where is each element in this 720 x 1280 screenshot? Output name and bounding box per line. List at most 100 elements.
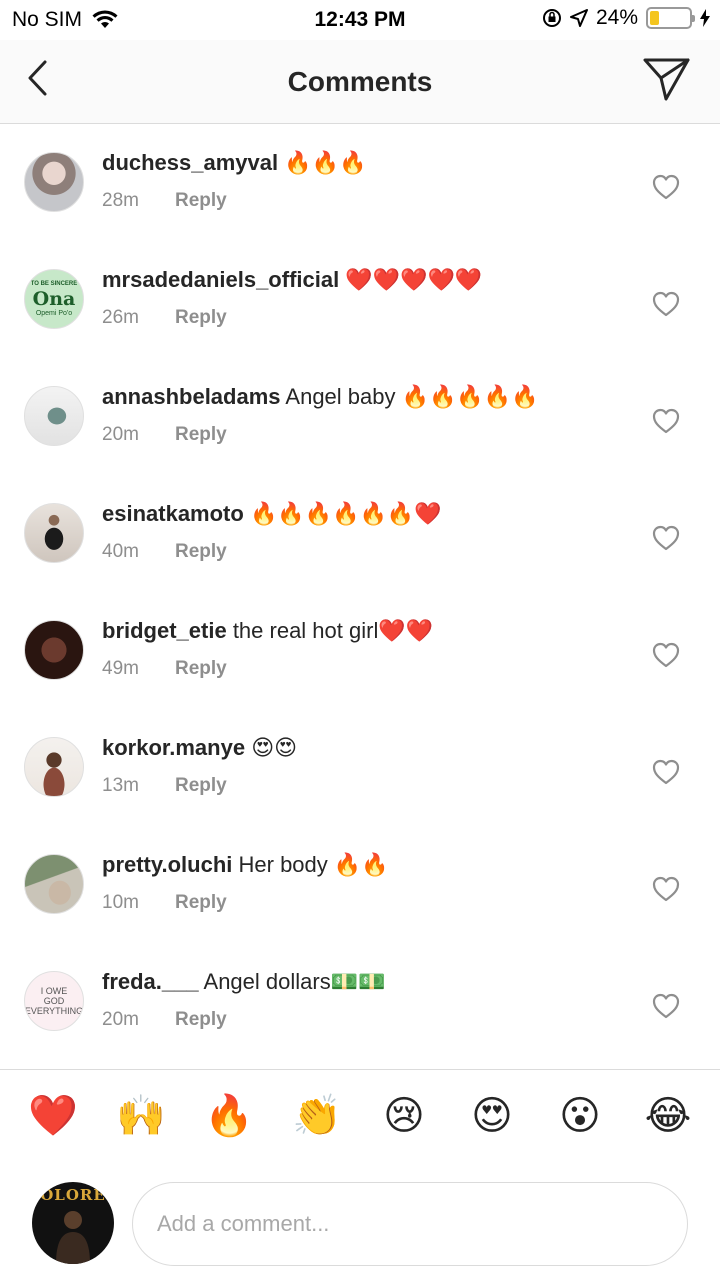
comment-meta: 10m Reply bbox=[102, 892, 227, 914]
comment-text: esinatkamoto 🔥🔥🔥🔥🔥🔥❤️ bbox=[102, 499, 600, 529]
comment-body: 🔥🔥🔥🔥🔥🔥❤️ bbox=[243, 501, 442, 526]
like-button[interactable] bbox=[652, 876, 680, 902]
comment-item: I OWE GOD EVERYTHING freda.___ Angel dol… bbox=[0, 943, 720, 1060]
comment-username[interactable]: pretty.oluchi bbox=[102, 852, 232, 877]
comment-username[interactable]: korkor.manye bbox=[102, 735, 245, 760]
comment-username[interactable]: esinatkamoto bbox=[102, 501, 244, 526]
comment-body: 😍😍 bbox=[245, 735, 298, 760]
reply-button[interactable]: Reply bbox=[175, 424, 227, 446]
reply-button[interactable]: Reply bbox=[175, 190, 227, 212]
comment-username[interactable]: duchess_amyval bbox=[102, 150, 278, 175]
avatar[interactable] bbox=[24, 620, 84, 680]
heart-outline-icon bbox=[652, 759, 680, 785]
comment-body: Angel dollars💵💵 bbox=[198, 969, 386, 994]
comment-time: 40m bbox=[102, 541, 139, 562]
status-right: 24% bbox=[542, 6, 710, 30]
reaction-heart-eyes[interactable]: 😍 bbox=[468, 1092, 516, 1140]
comment-username[interactable]: freda.___ bbox=[102, 969, 199, 994]
like-button[interactable] bbox=[652, 174, 680, 200]
reaction-laughing[interactable]: 😂 bbox=[644, 1092, 692, 1140]
avatar[interactable]: I OWE GOD EVERYTHING bbox=[24, 971, 84, 1031]
avatar[interactable] bbox=[24, 152, 84, 212]
avatar[interactable] bbox=[24, 854, 84, 914]
comment-meta: 28m Reply bbox=[102, 190, 227, 212]
comment-item: esinatkamoto 🔥🔥🔥🔥🔥🔥❤️ 40m Reply bbox=[0, 475, 720, 592]
comment-item: bridget_etie the real hot girl❤️❤️ 49m R… bbox=[0, 592, 720, 709]
comment-body: Her body 🔥🔥 bbox=[232, 852, 389, 877]
like-button[interactable] bbox=[652, 408, 680, 434]
person-silhouette-icon bbox=[56, 1211, 90, 1264]
comment-text: korkor.manye 😍😍 bbox=[102, 733, 600, 763]
reaction-surprised[interactable]: 😮 bbox=[556, 1092, 604, 1140]
battery-fill bbox=[650, 11, 660, 25]
quick-reaction-bar: ❤️ 🙌 🔥 👏 😢 😍 😮 😂 bbox=[0, 1092, 720, 1152]
comment-time: 26m bbox=[102, 307, 139, 328]
comment-time: 49m bbox=[102, 658, 139, 679]
heart-outline-icon bbox=[652, 408, 680, 434]
heart-outline-icon bbox=[652, 876, 680, 902]
comment-list: duchess_amyval 🔥🔥🔥 28m Reply TO BE SINCE… bbox=[0, 124, 720, 1060]
comment-item: TO BE SINCERE Ona Opemi Po'o mrsadedanie… bbox=[0, 241, 720, 358]
comment-meta: 26m Reply bbox=[102, 307, 227, 329]
heart-outline-icon bbox=[652, 291, 680, 317]
comment-time: 13m bbox=[102, 775, 139, 796]
reaction-heart[interactable]: ❤️ bbox=[28, 1092, 78, 1140]
paper-plane-icon bbox=[643, 58, 690, 101]
reaction-divider bbox=[0, 1069, 720, 1070]
comment-text: annashbeladams Angel baby 🔥🔥🔥🔥🔥 bbox=[102, 382, 600, 412]
reply-button[interactable]: Reply bbox=[175, 541, 227, 563]
like-button[interactable] bbox=[652, 291, 680, 317]
heart-outline-icon bbox=[652, 525, 680, 551]
header: Comments bbox=[0, 40, 720, 124]
heart-outline-icon bbox=[652, 174, 680, 200]
comment-text: bridget_etie the real hot girl❤️❤️ bbox=[102, 616, 600, 646]
reply-button[interactable]: Reply bbox=[175, 658, 227, 680]
avatar-text-main: GOD bbox=[43, 996, 65, 1006]
composer-avatar[interactable]: OLORE bbox=[32, 1182, 114, 1264]
avatar[interactable] bbox=[24, 737, 84, 797]
comment-item: annashbeladams Angel baby 🔥🔥🔥🔥🔥 20m Repl… bbox=[0, 358, 720, 475]
comment-meta: 49m Reply bbox=[102, 658, 227, 680]
comment-username[interactable]: mrsadedaniels_official bbox=[102, 267, 339, 292]
reply-button[interactable]: Reply bbox=[175, 775, 227, 797]
status-bar: No SIM 12:43 PM 24% bbox=[0, 0, 720, 40]
avatar[interactable] bbox=[24, 386, 84, 446]
comment-text: freda.___ Angel dollars💵💵 bbox=[102, 967, 600, 997]
avatar[interactable]: TO BE SINCERE Ona Opemi Po'o bbox=[24, 269, 84, 329]
reply-button[interactable]: Reply bbox=[175, 892, 227, 914]
avatar-text-bottom: Opemi Po'o bbox=[35, 310, 73, 317]
comment-body: ❤️❤️❤️❤️❤️ bbox=[339, 267, 483, 292]
heart-outline-icon bbox=[652, 642, 680, 668]
comment-item: pretty.oluchi Her body 🔥🔥 10m Reply bbox=[0, 826, 720, 943]
send-button[interactable] bbox=[642, 56, 692, 102]
comment-text: pretty.oluchi Her body 🔥🔥 bbox=[102, 850, 600, 880]
comment-username[interactable]: bridget_etie bbox=[102, 618, 227, 643]
comment-username[interactable]: annashbeladams bbox=[102, 384, 281, 409]
reply-button[interactable]: Reply bbox=[175, 1009, 227, 1031]
avatar-text-main: Ona bbox=[32, 288, 76, 310]
reaction-fire[interactable]: 🔥 bbox=[204, 1092, 254, 1140]
charging-bolt-icon bbox=[700, 9, 710, 27]
reaction-clap[interactable]: 👏 bbox=[292, 1092, 342, 1140]
comment-text: mrsadedaniels_official ❤️❤️❤️❤️❤️ bbox=[102, 265, 600, 295]
reaction-raised-hands[interactable]: 🙌 bbox=[116, 1092, 166, 1140]
comment-meta: 40m Reply bbox=[102, 541, 227, 563]
reply-button[interactable]: Reply bbox=[175, 307, 227, 329]
comment-time: 28m bbox=[102, 190, 139, 211]
comment-meta: 20m Reply bbox=[102, 424, 227, 446]
comment-body: the real hot girl❤️❤️ bbox=[226, 618, 434, 643]
avatar[interactable] bbox=[24, 503, 84, 563]
like-button[interactable] bbox=[652, 642, 680, 668]
like-button[interactable] bbox=[652, 759, 680, 785]
location-arrow-icon bbox=[569, 9, 588, 27]
battery-icon bbox=[646, 7, 695, 29]
comment-input[interactable] bbox=[132, 1182, 688, 1266]
avatar-text-top: I OWE bbox=[40, 986, 68, 996]
comment-body: Angel baby 🔥🔥🔥🔥🔥 bbox=[280, 384, 539, 409]
like-button[interactable] bbox=[652, 993, 680, 1019]
like-button[interactable] bbox=[652, 525, 680, 551]
reaction-crying[interactable]: 😢 bbox=[380, 1092, 428, 1140]
avatar-text-bottom: EVERYTHING bbox=[24, 1006, 84, 1016]
battery-percent: 24% bbox=[595, 6, 638, 29]
comment-time: 20m bbox=[102, 424, 139, 445]
